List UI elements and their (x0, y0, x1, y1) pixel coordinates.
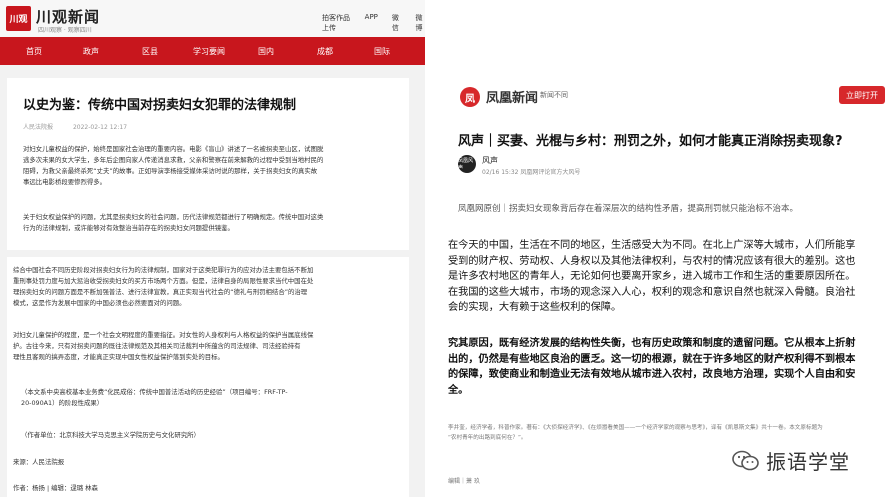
article-title: 以史为鉴：传统中国对拐卖妇女犯罪的法律规制 (23, 98, 297, 113)
chuanguan-header: 川观 川观新闻 四川观察 · 观察四川 拍客作品上传 APP 微信 微博 (0, 0, 425, 37)
nav-districts[interactable]: 区县 (142, 46, 158, 57)
weibo-link[interactable]: 微博 (415, 13, 425, 33)
article-date: 2022-02-12 12:17 (72, 124, 128, 131)
upload-link[interactable]: 拍客作品上传 (322, 13, 351, 33)
article-meta: 人民法院报 2022-02-12 12:17 (23, 122, 145, 131)
chuanguan-tagline: 四川观察 · 观察四川 (38, 27, 92, 34)
article-paragraph-3: 综合中国社会不同历史阶段对拐卖妇女行为的法律规制，国家对于这类犯罪行为的应对办法… (13, 266, 314, 307)
ifeng-wordmark[interactable]: 凤凰新闻 (486, 87, 538, 106)
body-paragraph-2: 究其原因，既有经济发展的结构性失衡，也有历史政策和制度的遗留问题。它从根本上折射… (448, 338, 856, 396)
article-paragraph-2: 关于妇女权益保护的问题，尤其是拐卖妇女的社会问题，历代法律规范都进行了明确规定。… (23, 213, 324, 232)
header-links: 拍客作品上传 APP 微信 微博 (322, 13, 425, 33)
chuanguan-page: 川观 川观新闻 四川观察 · 观察四川 拍客作品上传 APP 微信 微博 首页 … (0, 0, 425, 497)
article-paragraph-4: 对妇女儿童保护的程度，是一个社会文明程度的重要指征。对女性的人身权利与人格权益的… (13, 331, 314, 361)
chuanguan-logo[interactable]: 川观 (6, 6, 31, 31)
nav-study[interactable]: 学习要闻 (193, 46, 225, 57)
ifeng-article-title: 风声｜买妻、光棍与乡村：刑罚之外，如何才能真正消除拐卖现象? (458, 134, 843, 149)
author-note: 李井奎，经济学者，科普作家。著有：《大侦探经济学》、《在烦嚣看美国——一个经济学… (448, 425, 823, 441)
nav-home[interactable]: 首页 (26, 46, 42, 57)
wechat-link[interactable]: 微信 (392, 13, 402, 33)
nav-domestic[interactable]: 国内 (258, 46, 274, 57)
nav-politics[interactable]: 政声 (83, 46, 99, 57)
nav-chengdu[interactable]: 成都 (317, 46, 333, 57)
wechat-watermark: 振语学堂 (732, 446, 850, 475)
author-name[interactable]: 风声 (482, 155, 498, 166)
main-nav: 首页 政声 区县 学习要闻 国内 成都 国际 (0, 37, 425, 65)
editor-credit: 编辑｜萧 玖 (448, 478, 480, 485)
article-paragraph-1: 对妇女儿童权益的保护，始终是国家社会治理的重要内容。电影《盲山》讲述了一名被拐卖… (23, 145, 324, 186)
nav-international[interactable]: 国际 (374, 46, 390, 57)
source-line: 来源：人民法院报 (13, 458, 65, 466)
author-avatar[interactable]: 凤凰风声 (458, 155, 476, 173)
open-app-button[interactable]: 立即打开 (839, 86, 885, 104)
publish-info: 02/16 15:32 凤凰网评论官方大风号 (482, 169, 581, 176)
article-summary: 凤凰网原创｜拐卖妇女现象背后存在着深层次的结构性矛盾，提高刑罚就只能治标不治本。 (458, 204, 799, 214)
ifeng-logo[interactable]: 凤 (460, 87, 480, 107)
ifeng-slogan: 新闻不同 (540, 91, 568, 99)
article-card-top: 以史为鉴：传统中国对拐卖妇女犯罪的法律规制 人民法院报 2022-02-12 1… (7, 78, 409, 250)
body-paragraph-1: 在今天的中国，生活在不同的地区，生活感受大为不同。在北上广深等大城市，人们所能享… (448, 240, 856, 313)
app-link[interactable]: APP (365, 13, 378, 33)
author-affiliation: （作者单位：北京科技大学马克思主义学院历史与文化研究所） (21, 431, 200, 439)
article-card-bottom: 综合中国社会不同历史阶段对拐卖妇女行为的法律规制，国家对于这类犯罪行为的应对办法… (7, 257, 409, 497)
article-source: 人民法院报 (23, 124, 54, 131)
chuanguan-wordmark[interactable]: 川观新闻 (36, 6, 100, 27)
editor-line: 作者：杨扬 | 编辑：逯璐 林森 (13, 484, 98, 492)
funding-note: （本文系中央高校基本业务费“化民成俗：传统中国普法活动的历史经验”（项目编号：F… (21, 388, 288, 407)
ifeng-header-card: 凤 凤凰新闻 新闻不同 立即打开 风声｜买妻、光棍与乡村：刑罚之外，如何才能真正… (436, 78, 888, 221)
wechat-icon (732, 450, 760, 472)
watermark-text: 振语学堂 (766, 450, 850, 474)
